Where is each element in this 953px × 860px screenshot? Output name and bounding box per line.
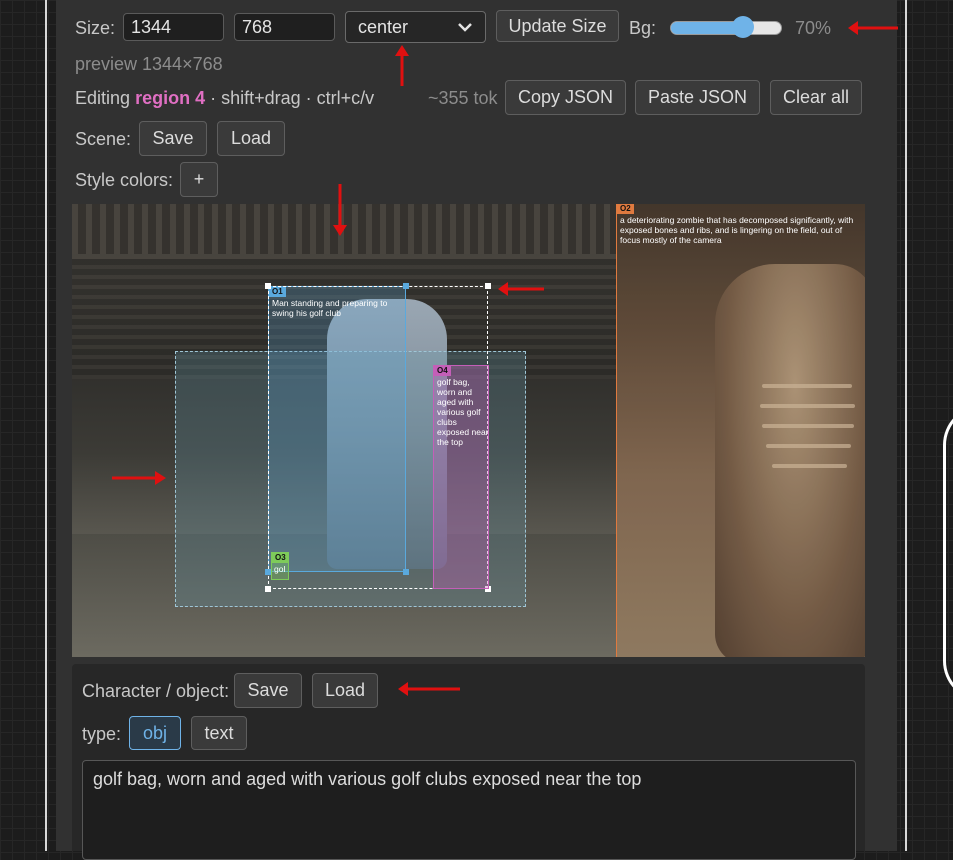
update-size-label: Update Size — [508, 15, 607, 36]
width-input[interactable]: 1344 — [123, 13, 224, 41]
align-selected-value: center — [358, 16, 409, 37]
copy-json-button[interactable]: Copy JSON — [505, 80, 626, 115]
type-obj-button[interactable]: obj — [129, 716, 181, 750]
character-load-label: Load — [324, 680, 366, 700]
left-frame-border — [45, 0, 47, 851]
arrow-annotation-group — [112, 471, 166, 485]
clear-all-button[interactable]: Clear all — [770, 80, 862, 115]
type-obj-label: obj — [142, 722, 168, 743]
paste-json-label: Paste JSON — [647, 87, 748, 107]
description-textarea[interactable]: golf bag, worn and aged with various gol… — [82, 760, 856, 860]
arrow-annotation-bg — [848, 21, 898, 35]
resize-handle-o1-tr[interactable] — [403, 283, 409, 289]
region-o2-tag: O2 — [617, 204, 634, 214]
arrow-annotation-canvas-top — [333, 184, 347, 236]
preview-size-text: preview 1344×768 — [75, 54, 223, 74]
editing-prefix: Editing — [75, 88, 131, 108]
region-o2-text: a deteriorating zombie that has decompos… — [620, 215, 854, 245]
region-o3-tag: O3 — [272, 553, 288, 563]
type-text-label: text — [204, 722, 234, 743]
clear-all-label: Clear all — [782, 87, 850, 107]
copy-json-label: Copy JSON — [517, 87, 614, 107]
character-save-button[interactable]: Save — [234, 673, 302, 708]
region-o2[interactable]: O2 a deteriorating zombie that has decom… — [616, 204, 865, 657]
region-o4[interactable]: O4 golf bag, worn and aged with various … — [433, 365, 489, 589]
token-count: ~355 tok — [428, 88, 498, 108]
decorative-curve — [943, 405, 953, 701]
resize-handle-tl[interactable] — [265, 283, 271, 289]
scene-canvas[interactable]: O1 Man standing and preparing to swing h… — [72, 204, 865, 657]
update-size-button[interactable]: Update Size — [496, 10, 619, 42]
height-input[interactable]: 768 — [234, 13, 335, 41]
type-text-button[interactable]: text — [191, 716, 247, 750]
scene-label: Scene: — [75, 129, 132, 149]
scene-save-button[interactable]: Save — [139, 121, 207, 156]
scene-load-button[interactable]: Load — [217, 121, 285, 156]
description-text: golf bag, worn and aged with various gol… — [93, 769, 642, 789]
arrow-annotation-character — [398, 682, 460, 696]
align-select[interactable]: center — [345, 11, 486, 43]
style-colors-label: Style colors: — [75, 170, 174, 190]
region-o4-text: golf bag, worn and aged with various gol… — [437, 377, 489, 447]
resize-handle-bl[interactable] — [265, 586, 271, 592]
size-label: Size: — [75, 18, 116, 38]
height-value: 768 — [242, 16, 273, 37]
right-frame-border — [905, 0, 907, 851]
scene-load-label: Load — [230, 128, 272, 148]
add-style-color-button[interactable]: + — [180, 162, 218, 197]
scene-save-label: Save — [152, 128, 194, 148]
arrow-annotation-selection — [498, 282, 544, 296]
region-o3[interactable]: O3 gol — [271, 552, 289, 580]
paste-json-button[interactable]: Paste JSON — [635, 80, 760, 115]
character-object-label: Character / object: — [82, 681, 230, 701]
editing-status: Editing region 4 · shift+drag · ctrl+c/v — [75, 88, 374, 109]
character-load-button[interactable]: Load — [312, 673, 378, 708]
editing-hint: · shift+drag · ctrl+c/v — [210, 88, 375, 108]
arrow-annotation-align — [395, 45, 409, 86]
resize-handle-o1-br[interactable] — [403, 569, 409, 575]
bg-slider[interactable] — [670, 21, 782, 35]
bg-label: Bg: — [629, 18, 657, 38]
resize-handle-tr[interactable] — [485, 283, 491, 289]
type-label: type: — [82, 724, 122, 744]
width-value: 1344 — [131, 16, 172, 37]
bg-value: 70% — [795, 18, 832, 38]
character-save-label: Save — [247, 680, 289, 700]
region-o4-tag: O4 — [434, 366, 451, 376]
region-o3-text: gol — [274, 564, 286, 574]
editing-region-name: region 4 — [135, 88, 206, 108]
add-style-color-label: + — [193, 169, 205, 189]
bg-slider-thumb[interactable] — [732, 16, 754, 38]
chevron-down-icon — [458, 23, 472, 32]
